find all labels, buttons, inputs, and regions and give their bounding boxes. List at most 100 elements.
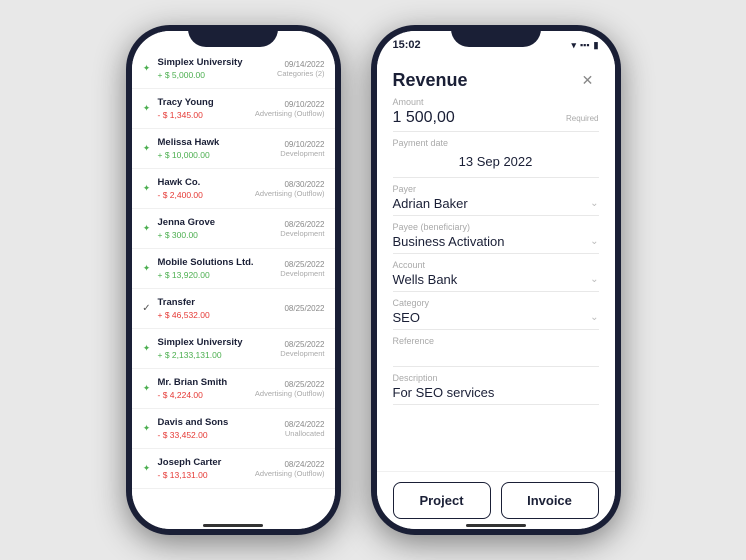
txn-main: Tracy Young- $ 1,345.00 (156, 97, 255, 119)
account-field-group: Account Wells Bank ⌄ (393, 260, 599, 292)
txn-main: Simplex University+ $ 5,000.00 (156, 57, 277, 79)
txn-amount: + $ 10,000.00 (158, 150, 281, 160)
home-bar (203, 524, 263, 527)
txn-amount: + $ 46,532.00 (158, 310, 285, 320)
status-icons: ▾ ▪▪▪ ▮ (571, 40, 598, 51)
transaction-item[interactable]: ✦Jenna Grove+ $ 300.0008/26/2022Developm… (132, 209, 335, 249)
revenue-form: Revenue ✕ Amount 1 500,00 Required Payme… (377, 59, 615, 529)
leaf-icon: ✦ (138, 183, 156, 194)
wifi-icon: ▾ (571, 40, 576, 51)
chevron-down-icon-category: ⌄ (590, 312, 598, 323)
txn-date: 08/30/2022 (255, 180, 325, 189)
check-icon: ✓ (138, 303, 156, 314)
txn-category: Development (280, 269, 324, 278)
transaction-item[interactable]: ✦Simplex University+ $ 2,133,131.0008/25… (132, 329, 335, 369)
txn-right: 08/26/2022Development (280, 220, 324, 238)
home-bar-right (466, 524, 526, 527)
txn-main: Simplex University+ $ 2,133,131.00 (156, 337, 281, 359)
txn-right: 08/30/2022Advertising (Outflow) (255, 180, 325, 198)
form-footer: Project Invoice (377, 471, 615, 529)
description-value[interactable]: For SEO services (393, 385, 599, 400)
payee-value: Business Activation (393, 234, 505, 249)
description-field-group: Description For SEO services (393, 373, 599, 405)
txn-main: Hawk Co.- $ 2,400.00 (156, 177, 255, 199)
txn-name: Tracy Young (158, 97, 255, 109)
txn-amount: - $ 33,452.00 (158, 430, 285, 440)
txn-amount: - $ 4,224.00 (158, 390, 255, 400)
payment-date-label: Payment date (393, 138, 599, 148)
txn-right: 09/10/2022Development (280, 140, 324, 158)
txn-date: 08/25/2022 (280, 260, 324, 269)
project-button[interactable]: Project (393, 482, 491, 519)
payer-row[interactable]: Adrian Baker ⌄ (393, 196, 599, 211)
transaction-item[interactable]: ✦Hawk Co.- $ 2,400.0008/30/2022Advertisi… (132, 169, 335, 209)
txn-right: 09/14/2022Categories (2) (277, 60, 325, 78)
leaf-icon: ✦ (138, 263, 156, 274)
transaction-item[interactable]: ✦Joseph Carter- $ 13,131.0008/24/2022Adv… (132, 449, 335, 489)
transaction-item[interactable]: ✦Tracy Young- $ 1,345.0009/10/2022Advert… (132, 89, 335, 129)
leaf-icon: ✦ (138, 343, 156, 354)
txn-right: 08/25/2022Development (280, 260, 324, 278)
leaf-icon: ✦ (138, 63, 156, 74)
txn-name: Joseph Carter (158, 457, 255, 469)
description-label: Description (393, 373, 599, 383)
txn-date: 08/25/2022 (255, 380, 325, 389)
signal-icon: ▪▪▪ (580, 40, 590, 50)
chevron-down-icon-payee: ⌄ (590, 236, 598, 247)
txn-main: Mr. Brian Smith- $ 4,224.00 (156, 377, 255, 399)
leaf-icon: ✦ (138, 223, 156, 234)
reference-value[interactable] (393, 348, 599, 362)
left-screen: ✦Simplex University+ $ 5,000.0009/14/202… (132, 31, 335, 529)
amount-label: Amount (393, 97, 599, 107)
txn-amount: - $ 1,345.00 (158, 110, 255, 120)
close-button[interactable]: ✕ (577, 69, 599, 91)
right-phone: 15:02 ▾ ▪▪▪ ▮ Revenue ✕ Amount 1 500,00 … (371, 25, 621, 535)
transaction-item[interactable]: ✦Simplex University+ $ 5,000.0009/14/202… (132, 49, 335, 89)
payee-row[interactable]: Business Activation ⌄ (393, 234, 599, 249)
invoice-button[interactable]: Invoice (501, 482, 599, 519)
reference-label: Reference (393, 336, 599, 346)
txn-category: Development (280, 229, 324, 238)
transaction-item[interactable]: ✦Melissa Hawk+ $ 10,000.0009/10/2022Deve… (132, 129, 335, 169)
payee-label: Payee (beneficiary) (393, 222, 599, 232)
txn-right: 08/24/2022Advertising (Outflow) (255, 460, 325, 478)
txn-category: Development (280, 349, 324, 358)
txn-date: 08/25/2022 (284, 304, 324, 313)
payment-date-value[interactable]: 13 Sep 2022 (393, 150, 599, 173)
account-label: Account (393, 260, 599, 270)
txn-main: Jenna Grove+ $ 300.00 (156, 217, 281, 239)
txn-date: 08/25/2022 (280, 340, 324, 349)
account-row[interactable]: Wells Bank ⌄ (393, 272, 599, 287)
reference-field-group: Reference (393, 336, 599, 367)
category-row[interactable]: SEO ⌄ (393, 310, 599, 325)
txn-main: Melissa Hawk+ $ 10,000.00 (156, 137, 281, 159)
txn-name: Melissa Hawk (158, 137, 281, 149)
category-label: Category (393, 298, 599, 308)
transaction-item[interactable]: ✦Mr. Brian Smith- $ 4,224.0008/25/2022Ad… (132, 369, 335, 409)
txn-right: 08/25/2022 (284, 304, 324, 313)
txn-right: 09/10/2022Advertising (Outflow) (255, 100, 325, 118)
payee-field-group: Payee (beneficiary) Business Activation … (393, 222, 599, 254)
leaf-icon: ✦ (138, 383, 156, 394)
txn-date: 09/10/2022 (255, 100, 325, 109)
amount-row: 1 500,00 Required (393, 109, 599, 127)
txn-category: Advertising (Outflow) (255, 189, 325, 198)
txn-name: Davis and Sons (158, 417, 285, 429)
category-field-group: Category SEO ⌄ (393, 298, 599, 330)
leaf-icon: ✦ (138, 423, 156, 434)
txn-category: Unallocated (284, 429, 324, 438)
transaction-item[interactable]: ✦Davis and Sons- $ 33,452.0008/24/2022Un… (132, 409, 335, 449)
transaction-item[interactable]: ✦Mobile Solutions Ltd.+ $ 13,920.0008/25… (132, 249, 335, 289)
txn-name: Transfer (158, 297, 285, 309)
payer-label: Payer (393, 184, 599, 194)
txn-right: 08/25/2022Advertising (Outflow) (255, 380, 325, 398)
txn-amount: + $ 2,133,131.00 (158, 350, 281, 360)
payer-field-group: Payer Adrian Baker ⌄ (393, 184, 599, 216)
amount-value[interactable]: 1 500,00 (393, 109, 455, 127)
txn-right: 08/25/2022Development (280, 340, 324, 358)
battery-icon: ▮ (594, 40, 599, 51)
leaf-icon: ✦ (138, 143, 156, 154)
transaction-item[interactable]: ✓Transfer+ $ 46,532.0008/25/2022 (132, 289, 335, 329)
txn-category: Advertising (Outflow) (255, 469, 325, 478)
txn-right: 08/24/2022Unallocated (284, 420, 324, 438)
